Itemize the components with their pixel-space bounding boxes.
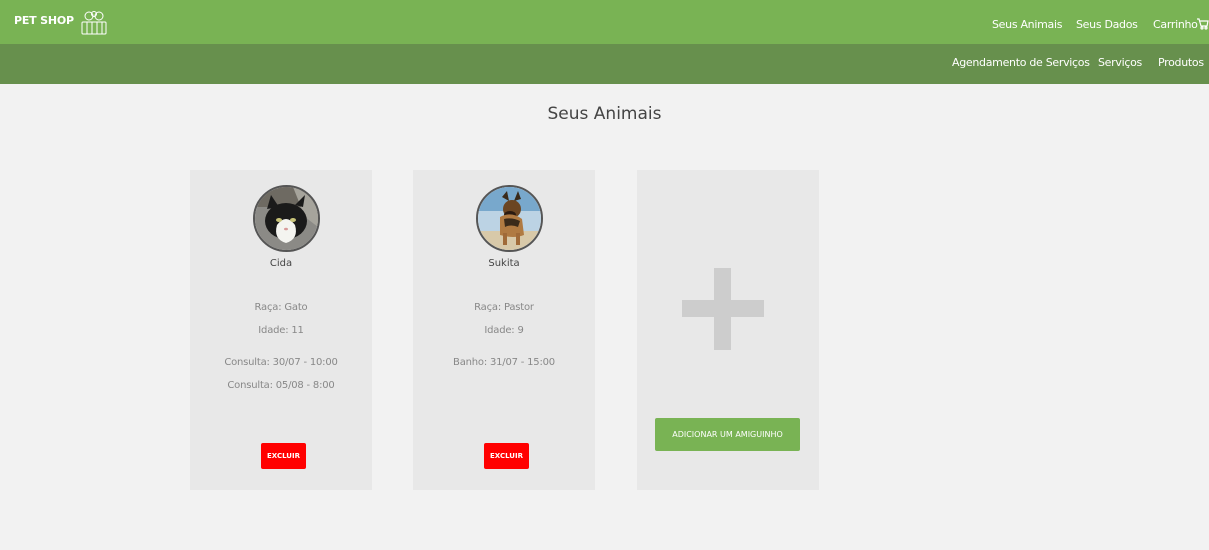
- pet-avatar: [476, 185, 543, 252]
- nav-seus-dados[interactable]: Seus Dados: [1076, 18, 1138, 31]
- pet-name: Cida: [269, 258, 293, 269]
- pet-appointment: Consulta: 05/08 - 8:00: [227, 380, 335, 391]
- pet-shop-logo-icon[interactable]: [79, 10, 109, 36]
- pet-appointment: Banho: 31/07 - 15:00: [453, 357, 555, 368]
- pet-card: Sukita Raça: Pastor Idade: 9 Banho: 31/0…: [413, 170, 595, 490]
- add-pet-card: ADICIONAR UM AMIGUINHO: [637, 170, 819, 490]
- page-title: Seus Animais: [547, 104, 662, 124]
- delete-pet-button[interactable]: EXCLUIR: [261, 443, 306, 469]
- pet-name: Sukita: [488, 258, 520, 269]
- nav-servicos[interactable]: Serviços: [1098, 56, 1142, 69]
- nav-produtos[interactable]: Produtos: [1158, 56, 1204, 69]
- add-pet-button[interactable]: ADICIONAR UM AMIGUINHO: [655, 418, 800, 451]
- cart-icon[interactable]: [1196, 17, 1209, 30]
- nav-carrinho[interactable]: Carrinho: [1153, 18, 1198, 31]
- pet-card: Cida Raça: Gato Idade: 11 Consulta: 30/0…: [190, 170, 372, 490]
- pet-appointment: Consulta: 30/07 - 10:00: [224, 357, 338, 368]
- delete-pet-button[interactable]: EXCLUIR: [484, 443, 529, 469]
- top-navbar: PET SHOP Seus Animais Seus Dados Carrinh…: [0, 0, 1209, 44]
- pet-avatar: [253, 185, 320, 252]
- brand-name[interactable]: PET SHOP: [14, 14, 74, 27]
- nav-agendamento[interactable]: Agendamento de Serviços: [952, 56, 1090, 69]
- pet-breed: Raça: Gato: [254, 302, 308, 313]
- pet-breed: Raça: Pastor: [474, 302, 534, 313]
- nav-seus-animais[interactable]: Seus Animais: [992, 18, 1062, 31]
- pet-age: Idade: 9: [484, 325, 524, 336]
- pet-age: Idade: 11: [258, 325, 304, 336]
